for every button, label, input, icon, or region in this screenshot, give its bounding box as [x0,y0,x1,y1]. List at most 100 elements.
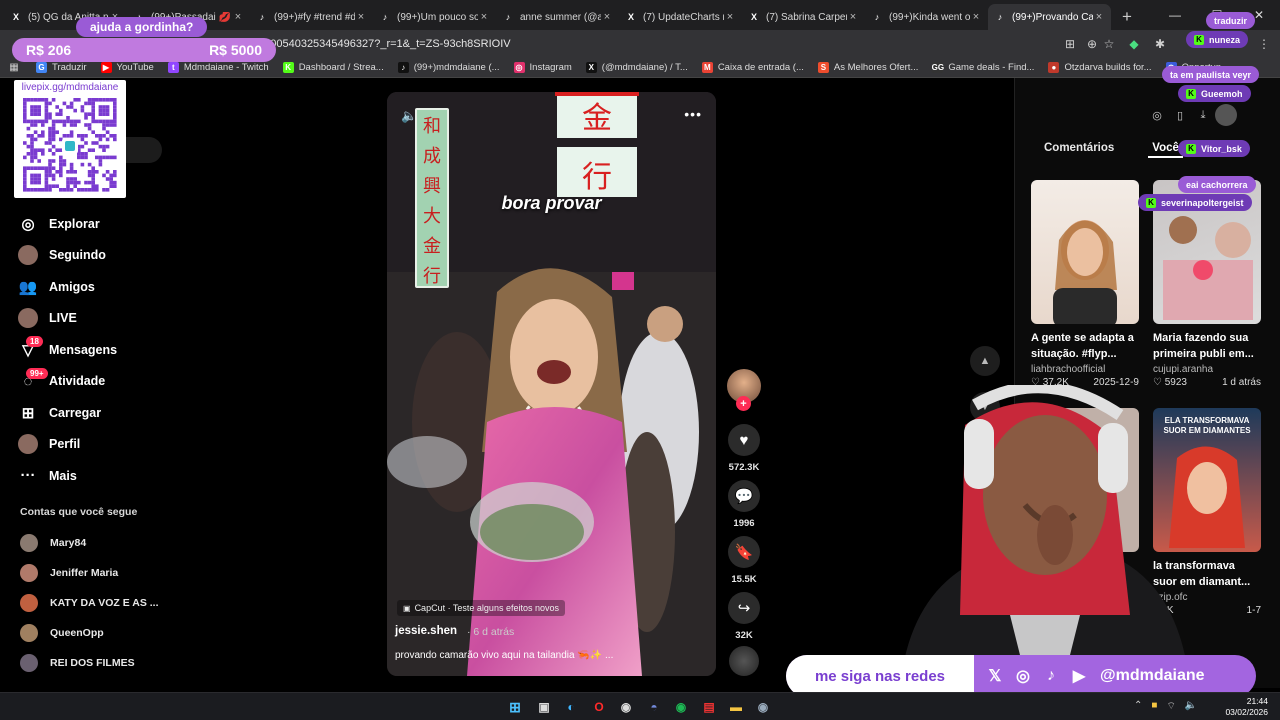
more-options-icon[interactable]: ••• [684,106,702,122]
search-box-edge[interactable] [126,137,162,163]
close-tab-icon[interactable]: × [847,11,859,23]
tab-comments[interactable]: Comentários [1040,140,1118,158]
browser-tab[interactable]: ♪ anne summer (@anne× [496,4,619,30]
follow-plus-icon[interactable]: + [736,396,751,411]
save-button[interactable]: 🔖 15.5K [726,536,762,585]
compass-icon[interactable]: ◎ [1146,104,1168,126]
close-tab-icon[interactable]: × [478,11,490,23]
edge-icon[interactable]: ◐ [562,698,580,716]
bookmark-item[interactable]: K Dashboard / Strea... [282,62,384,73]
share-button[interactable]: ↪ 32K [726,592,762,641]
video-author: liahbrachoofficial [1031,364,1106,375]
sidebar-item-seguindo[interactable]: ● Seguindo [18,240,218,272]
avatar [20,654,38,672]
steam-icon[interactable]: ◉ [754,698,772,716]
minimize-button[interactable]: — [1154,0,1196,30]
install-app-icon[interactable]: ⊞ [1062,36,1078,52]
browser-tab[interactable]: X (7) Sabrina Carpenter× [742,4,865,30]
browser-tab[interactable]: ♪ (99+)Provando Cama× [988,4,1111,30]
volume-icon[interactable]: 🔈 [1185,700,1197,713]
chat-message: Kseverinapoltergeist [1138,194,1252,211]
sidebar-item-amigos[interactable]: 👥 Amigos [18,271,218,303]
x-logo-icon: 𝕏 [988,668,1002,685]
video-description: provando camarão vivo aqui na tailandia … [395,650,614,661]
music-disc-icon[interactable] [729,646,759,676]
close-tab-icon[interactable]: × [724,11,736,23]
sidebar-item-explorar[interactable]: ◎ Explorar [18,208,218,240]
youtube-icon: ▶ [1072,668,1086,685]
phone-icon[interactable]: ▯ [1169,104,1191,126]
mute-icon[interactable]: 🔈 [401,108,417,124]
bookmark-item[interactable]: ● Otzdarva builds for... [1048,62,1152,73]
spotify-icon[interactable]: ◉ [672,698,690,716]
discord-icon[interactable]: ◓ [645,698,663,716]
followed-account[interactable]: Jeniffer Maria [20,558,159,588]
bookmark-item[interactable]: ♪ (99+)mdmdaiane (... [397,62,500,73]
close-tab-icon[interactable]: × [232,11,244,23]
followed-account[interactable]: QueenOpp [20,618,159,648]
related-video-card[interactable]: A gente se adapta a situação. #flyp... l… [1031,180,1139,388]
apps-icon[interactable]: ▦ [6,60,22,76]
close-tab-icon[interactable]: × [1093,11,1105,23]
tab-label: (99+)#fy #trend #day [274,11,355,23]
share-icon: ↪ [728,592,760,624]
menu-icon[interactable]: ⋮ [1256,36,1272,52]
related-video-card[interactable]: Maria fazendo sua primeira publi em... c… [1153,180,1261,388]
sidebar-item-carregar[interactable]: ⊞ Carregar [18,397,218,429]
capcut-badge[interactable]: ▣ CapCut · Teste alguns efeitos novos [397,600,565,616]
tiktok-icon: ♪ [382,12,388,22]
bookmark-item[interactable]: M Caixa de entrada (... [701,62,804,73]
sidebar-item-mais[interactable]: ··· Mais [18,460,218,492]
download-icon[interactable]: ⤓ [1192,104,1214,126]
browser-tab[interactable]: ♪ (99+)Um pouco sobre× [373,4,496,30]
bookmark-item[interactable]: GG Game deals - Find... [932,62,1034,73]
start-icon[interactable]: ⊞ [506,698,524,716]
like-button[interactable]: ♥ 572.3K [726,424,762,473]
close-tab-icon[interactable]: × [355,11,367,23]
sidebar-item-perfil[interactable]: ● Perfil [18,429,218,461]
previous-video-button[interactable]: ▲ [970,346,1000,376]
chat-message: K Gueemoh [1178,85,1251,102]
bookmark-item[interactable]: X (@mdmdaiane) / T... [585,62,688,73]
clock[interactable]: 21:44 03/02/2026 [1225,696,1268,718]
bookmark-star-icon[interactable]: ☆ [1101,36,1117,52]
bookmark-item[interactable]: S As Melhores Ofert... [817,62,918,73]
sidebar-item-mensagens[interactable]: ▽ Mensagens 18 [18,334,218,366]
video-player[interactable]: 金 行 和 成 興 大 金 行 🔈 ••• bora provar ▣ CapCu… [387,92,716,676]
avatar[interactable] [1215,104,1237,126]
tab-label: (99+)Provando Cama [1012,11,1093,23]
sidebar-item-live[interactable]: ● LIVE [18,303,218,335]
bookmark-item[interactable]: G Traduzir [36,62,87,73]
followed-account[interactable]: Mary84 [20,528,159,558]
app-icon[interactable]: ▤ [700,698,718,716]
x-logo-icon: X [12,12,19,22]
obs-icon[interactable]: ◉ [617,698,635,716]
sidebar-item-atividade[interactable]: ◌ Atividade 99+ [18,366,218,398]
chevron-up-icon[interactable]: ⌃ [1134,700,1142,713]
zoom-icon[interactable]: ⊕ [1084,36,1100,52]
close-tab-icon[interactable]: × [601,11,613,23]
share-count: 32K [735,630,753,641]
folder-icon[interactable]: ▬ [727,698,745,716]
bookmark-item[interactable]: ◎ Instagram [513,62,572,73]
extension-icon[interactable]: ◆ [1126,36,1142,52]
browser-tab[interactable]: ♪ (99+)#fy #trend #day× [250,4,373,30]
browser-tab[interactable]: ♪ (99+)Kinda went off th× [865,4,988,30]
tray-app-icon[interactable]: ■ [1151,700,1157,713]
puzzle-icon[interactable]: ✱ [1152,36,1168,52]
bookmark-item[interactable]: t Mdmdaiane - Twitch [167,62,269,73]
opera-icon[interactable]: O [590,698,608,716]
followed-account[interactable]: KATY DA VOZ E AS ... [20,588,159,618]
video-author[interactable]: jessie.shen [395,625,457,637]
browser-tab[interactable]: X (7) UpdateCharts no X× [619,4,742,30]
address-bar[interactable]: 7600540325345496327?_r=1&_t=ZS-93ch8SRIO… [258,34,1118,54]
donation-current: R$ 206 [26,42,72,58]
task-view-icon[interactable]: ▣ [535,698,553,716]
network-icon[interactable]: ⌔ [1166,700,1175,713]
close-tab-icon[interactable]: × [970,11,982,23]
new-tab-button[interactable]: + [1114,4,1140,30]
bookmark-item[interactable]: ▶ YouTube [100,62,154,73]
followed-account[interactable]: REI DOS FILMES [20,648,159,678]
comment-button[interactable]: 💬 1996 [726,480,762,529]
clock-date: 03/02/2026 [1225,707,1268,717]
